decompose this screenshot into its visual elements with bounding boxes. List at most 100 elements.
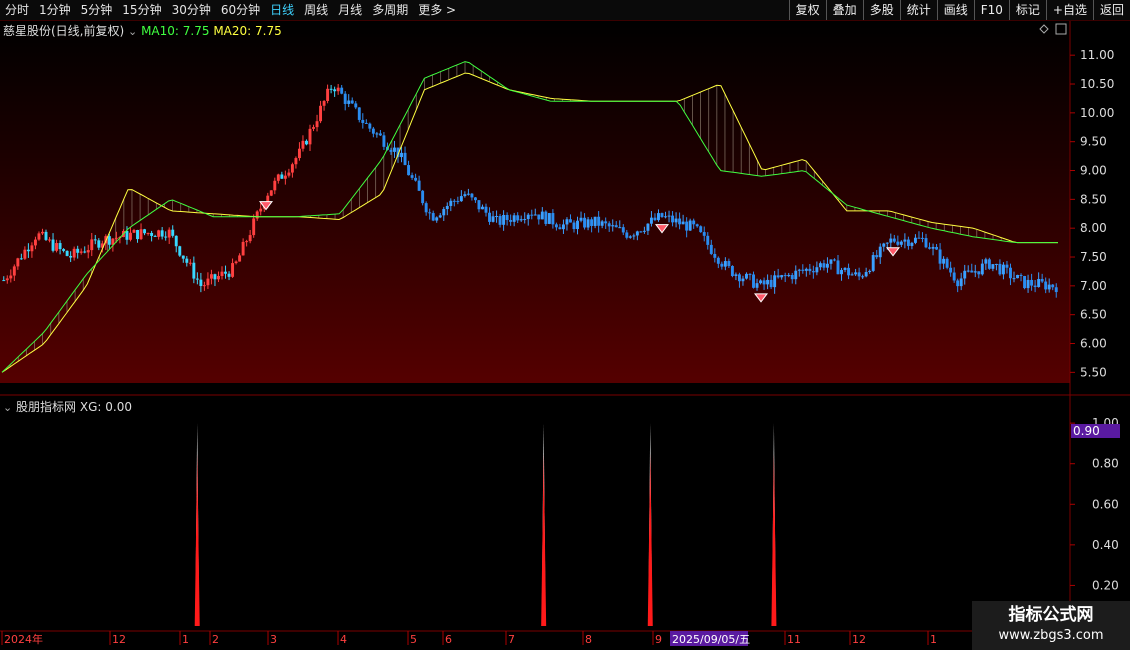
candle-body-142 [502, 214, 506, 225]
chevron-down-icon[interactable]: ⌄ [3, 401, 12, 414]
period-tab-0[interactable]: 分时 [0, 0, 34, 20]
period-tab-1[interactable]: 1分钟 [34, 0, 76, 20]
x-label-11-11: 11 [787, 633, 801, 646]
candle-body-237 [836, 260, 840, 275]
candle-body-158 [558, 227, 562, 230]
candle-body-38 [136, 229, 139, 240]
candle-body-172 [607, 223, 611, 227]
candle-body-270 [952, 272, 956, 281]
candle-body-146 [516, 215, 520, 221]
candle-body-104 [368, 123, 372, 129]
candle-body-283 [998, 263, 1002, 275]
candle-body-257 [906, 239, 910, 246]
candle-body-273 [963, 270, 967, 279]
candle-body-106 [375, 133, 379, 135]
candle-body-40 [143, 229, 147, 234]
candle-body-121 [428, 212, 432, 214]
candle-body-54 [192, 262, 196, 279]
candle-body-115 [407, 165, 411, 176]
candle-body-43 [153, 235, 157, 237]
kline-chart-svg[interactable]: 11.00 10.50 10.00 9.50 9.00 8.50 8.00 7.50 7.00 6… [0, 21, 1130, 650]
candle-body-130 [459, 196, 463, 202]
sub-chart-header: ⌄ 股朋指标网 XG: 0.00 [3, 398, 132, 415]
main-y-label-2: 10.00 [1080, 106, 1114, 120]
candle-body-226 [797, 269, 801, 271]
candle-body-278 [980, 263, 984, 275]
candle-body-254 [896, 241, 900, 245]
period-tab-4[interactable]: 30分钟 [167, 0, 216, 20]
candle-body-79 [280, 174, 284, 179]
candle-body-260 [917, 237, 921, 239]
candle-body-76 [269, 190, 273, 196]
toolbar-button-1[interactable]: 叠加 [825, 0, 863, 20]
candle-body-19 [69, 255, 73, 258]
candle-body-50 [178, 246, 182, 256]
toolbar-button-2[interactable]: 多股 [862, 0, 900, 20]
candle-body-91 [322, 100, 326, 106]
candle-body-117 [414, 177, 418, 181]
watermark-title: 指标公式网 [1008, 605, 1094, 625]
candle-body-84 [297, 148, 301, 159]
candle-body-248 [875, 255, 879, 258]
candle-body-10 [37, 233, 41, 240]
chevron-down-icon[interactable]: ⌄ [128, 25, 137, 38]
candle-body-227 [801, 269, 805, 271]
candle-body-30 [107, 236, 111, 245]
period-tab-7[interactable]: 周线 [299, 0, 333, 20]
candle-body-154 [544, 211, 548, 224]
candle-body-184 [649, 217, 653, 224]
candle-body-68 [241, 241, 245, 256]
candle-body-204 [720, 263, 724, 267]
period-tab-5[interactable]: 60分钟 [216, 0, 265, 20]
chart-area[interactable]: 11.00 10.50 10.00 9.50 9.00 8.50 8.00 7.50 7.00 6… [0, 21, 1130, 650]
main-y-label-11: 5.50 [1080, 365, 1107, 379]
period-tab-3[interactable]: 15分钟 [117, 0, 166, 20]
main-y-label-8: 7.00 [1080, 279, 1107, 293]
candle-body-162 [572, 222, 576, 230]
candle-body-208 [734, 274, 738, 276]
candle-body-168 [593, 216, 597, 226]
toolbar-button-7[interactable]: +自选 [1045, 0, 1093, 20]
candle-body-67 [238, 255, 242, 262]
ma10-label: MA10: 7.75 [141, 24, 210, 38]
period-tab-10[interactable]: 更多 > [413, 0, 461, 20]
candle-body-80 [283, 175, 287, 179]
candle-body-157 [554, 224, 558, 228]
toolbar-button-0[interactable]: 复权 [788, 0, 826, 20]
candle-body-244 [861, 276, 865, 278]
period-tab-8[interactable]: 月线 [333, 0, 367, 20]
candle-body-92 [326, 88, 330, 101]
main-y-label-5: 8.50 [1080, 192, 1107, 206]
candle-body-35 [125, 231, 129, 240]
candle-body-61 [217, 276, 220, 280]
period-tab-9[interactable]: 多周期 [367, 0, 413, 20]
candle-body-155 [547, 213, 551, 224]
candle-body-295 [1040, 278, 1044, 282]
candle-body-251 [885, 242, 889, 244]
candle-body-22 [79, 251, 83, 253]
toolbar-button-5[interactable]: F10 [973, 0, 1009, 20]
toolbar-button-8[interactable]: 返回 [1092, 0, 1130, 20]
candle-body-152 [537, 214, 541, 220]
toolbar-button-4[interactable]: 画线 [936, 0, 974, 20]
period-tab-2[interactable]: 5分钟 [76, 0, 118, 20]
candle-body-232 [818, 263, 822, 268]
candle-body-189 [667, 215, 671, 217]
main-y-label-9: 6.50 [1080, 308, 1107, 322]
candle-body-153 [540, 211, 544, 220]
candle-body-275 [970, 270, 974, 273]
candle-body-5 [19, 258, 23, 260]
candle-body-120 [424, 203, 428, 213]
candle-body-151 [533, 214, 537, 216]
toolbar-button-3[interactable]: 统计 [899, 0, 937, 20]
ma20-label: MA20: 7.75 [213, 24, 282, 38]
candle-body-185 [653, 217, 657, 221]
candle-body-200 [706, 235, 710, 245]
candle-body-37 [132, 229, 136, 233]
toolbar-button-6[interactable]: 标记 [1008, 0, 1046, 20]
candle-body-265 [935, 246, 939, 250]
candle-body-198 [699, 226, 703, 233]
x-axis: 2024年 12 1 2 3 4 5 6 7 8 9 11 12 1 [1, 631, 937, 646]
main-y-label-10: 6.00 [1080, 337, 1107, 351]
period-tab-6[interactable]: 日线 [265, 0, 299, 20]
